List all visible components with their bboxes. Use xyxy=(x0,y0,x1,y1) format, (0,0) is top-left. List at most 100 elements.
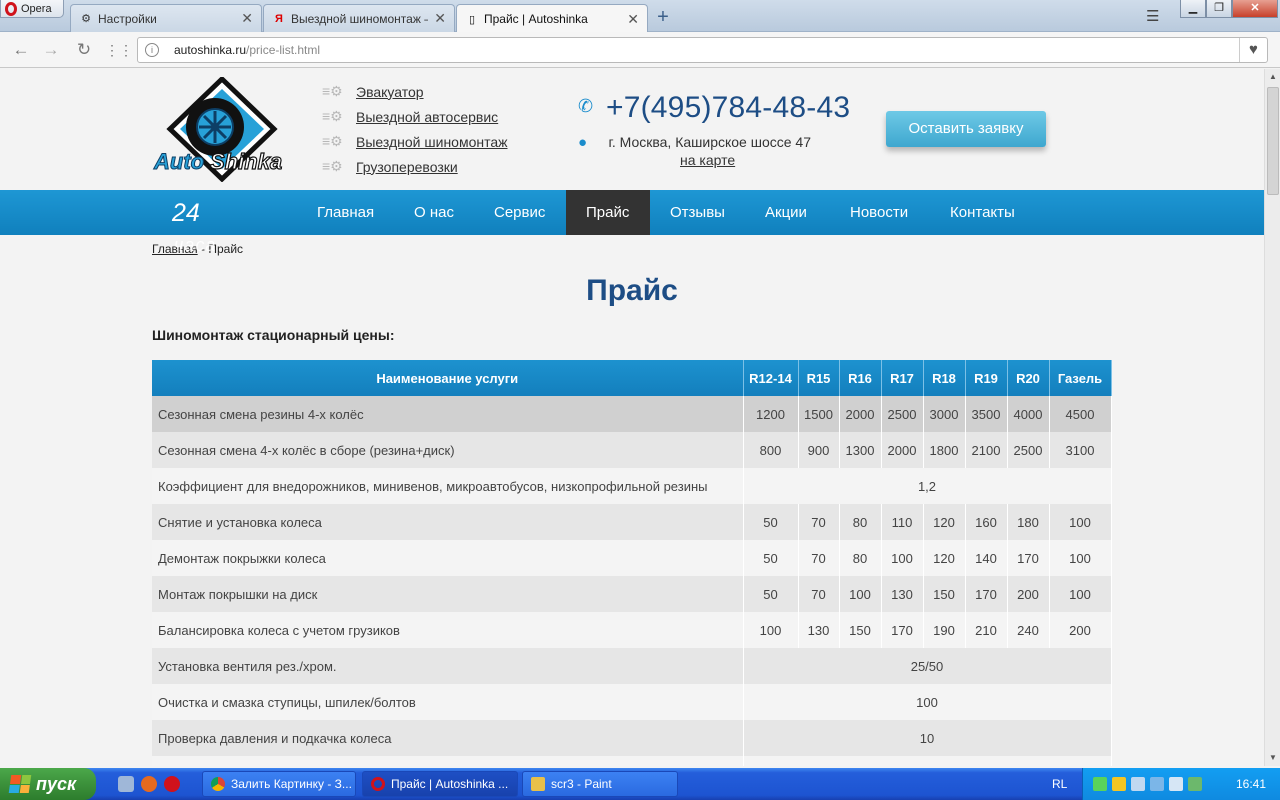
price-cell: 110 xyxy=(881,504,924,540)
page-viewport: Auto Shinka ≡⚙ Эвакуатор ≡⚙ Выездной авт… xyxy=(0,69,1264,766)
price-cell: 80 xyxy=(839,540,882,576)
phone-number[interactable]: +7(495)784-48-43 xyxy=(606,91,850,125)
site-header: Auto Shinka ≡⚙ Эвакуатор ≡⚙ Выездной авт… xyxy=(0,69,1264,190)
wifi-icon[interactable] xyxy=(1150,777,1164,791)
menu-item-price[interactable]: Прайс xyxy=(566,190,650,235)
menu-item-reviews[interactable]: Отзывы xyxy=(650,190,745,235)
scroll-thumb[interactable] xyxy=(1267,87,1279,195)
quick-link-label[interactable]: Эвакуатор xyxy=(356,84,424,100)
price-cell: 100 xyxy=(839,576,882,612)
opera-logo-icon xyxy=(5,1,17,16)
yandex-icon: Я xyxy=(275,12,283,25)
menu-item-contacts[interactable]: Контакты xyxy=(930,190,1035,235)
start-button[interactable]: пуск xyxy=(0,768,96,800)
tab-price[interactable]: ▯ Прайс | Autoshinka ✕ xyxy=(456,4,648,33)
price-cell: 2500 xyxy=(1007,432,1050,468)
map-link[interactable]: на карте xyxy=(680,152,735,168)
menu-item-promotions[interactable]: Акции xyxy=(745,190,827,235)
maximize-button[interactable]: ❐ xyxy=(1206,0,1232,18)
phone-icon: ✆ xyxy=(578,96,594,116)
opera-icon[interactable] xyxy=(164,776,180,792)
close-icon[interactable]: ✕ xyxy=(241,10,253,27)
price-cell: 1800 xyxy=(923,432,966,468)
service-name-cell xyxy=(152,756,744,766)
security-shield-icon[interactable] xyxy=(1112,777,1126,791)
scroll-up-icon[interactable]: ▲ xyxy=(1265,69,1280,85)
service-name-cell: Сезонная смена 4-х колёс в сборе (резина… xyxy=(152,432,744,468)
reload-icon[interactable]: ↻ xyxy=(73,39,95,61)
table-row: Установка вентиля рез./хром. 25/50 xyxy=(152,648,1112,684)
url-text[interactable]: autoshinka.ru/price-list.html xyxy=(174,43,320,57)
vertical-scrollbar[interactable]: ▲ ▼ xyxy=(1264,69,1280,766)
minimize-button[interactable]: ▁ xyxy=(1180,0,1206,18)
language-indicator[interactable]: RL xyxy=(1052,777,1067,791)
price-cell: 100 xyxy=(1049,540,1112,576)
tab-yandex[interactable]: Я Выездной шиномонтаж — Я ✕ xyxy=(263,4,455,32)
new-tab-button[interactable]: + xyxy=(652,6,674,28)
price-cell: 2000 xyxy=(881,432,924,468)
tab-settings[interactable]: ⚙ Настройки ✕ xyxy=(70,4,262,32)
task-label: scr3 - Paint xyxy=(551,777,612,791)
system-tray: 16:41 xyxy=(1082,768,1280,800)
task-image-upload[interactable]: Залить Картинку - З... xyxy=(202,771,356,797)
quick-link-cargo[interactable]: ≡⚙ Грузоперевозки xyxy=(322,154,508,179)
quick-link-label[interactable]: Выездной шиномонтаж xyxy=(356,134,508,150)
back-arrow-icon[interactable]: ← xyxy=(10,39,32,61)
task-opera-price[interactable]: Прайс | Autoshinka ... xyxy=(362,771,518,797)
window-close-button[interactable]: ✕ xyxy=(1232,0,1278,18)
forward-arrow-icon[interactable]: → xyxy=(40,39,62,61)
quick-link-label[interactable]: Грузоперевозки xyxy=(356,159,458,175)
header-size-column: R16 xyxy=(839,360,882,396)
leave-request-button[interactable]: Оставить заявку xyxy=(886,111,1046,147)
map-pin-icon: ● xyxy=(578,134,588,151)
battery-icon[interactable] xyxy=(1188,777,1202,791)
close-icon[interactable]: ✕ xyxy=(434,10,446,27)
scroll-down-icon[interactable]: ▼ xyxy=(1265,750,1280,766)
menu-item-about[interactable]: О нас xyxy=(394,190,474,235)
paint-icon xyxy=(531,777,545,791)
opera-menu-button[interactable]: Opera xyxy=(0,0,64,18)
hours-badge: 24 xyxy=(172,199,200,227)
header-size-column: R12-14 xyxy=(743,360,799,396)
start-label: пуск xyxy=(36,773,77,794)
price-cell: 70 xyxy=(798,504,840,540)
price-cell: 50 xyxy=(743,504,799,540)
price-cell: 70 xyxy=(798,540,840,576)
usb-icon[interactable] xyxy=(1169,777,1183,791)
service-name-cell: Демонтаж покрыжки колеса xyxy=(152,540,744,576)
autoshinka-logo[interactable]: Auto Shinka xyxy=(152,77,292,182)
quick-link-tire-service[interactable]: ≡⚙ Выездной шиномонтаж xyxy=(322,129,508,154)
quick-link-label[interactable]: Выездной автосервис xyxy=(356,109,498,125)
task-paint[interactable]: scr3 - Paint xyxy=(522,771,678,797)
system-clock[interactable]: 16:41 xyxy=(1236,777,1266,791)
task-label: Залить Картинку - З... xyxy=(231,777,352,791)
wheel-icon: ≡⚙ xyxy=(322,158,343,174)
price-cell: 4500 xyxy=(1049,396,1112,432)
menu-item-service[interactable]: Сервис xyxy=(474,190,565,235)
firefox-icon[interactable] xyxy=(141,776,157,792)
price-cell: 100 xyxy=(1049,576,1112,612)
quick-link-evacuator[interactable]: ≡⚙ Эвакуатор xyxy=(322,79,508,104)
address-bar[interactable]: i autoshinka.ru/price-list.html ♥ xyxy=(137,37,1268,63)
price-cell: 3000 xyxy=(923,396,966,432)
price-cell-merged: 25/50 xyxy=(743,648,1112,684)
header-size-column: Газель xyxy=(1049,360,1112,396)
price-cell: 900 xyxy=(798,432,840,468)
show-desktop-icon[interactable] xyxy=(118,776,134,792)
service-name-cell: Балансировка колеса с учетом грузиков xyxy=(152,612,744,648)
phone-block: ✆ +7(495)784-48-43 xyxy=(578,91,850,125)
menu-item-home[interactable]: Главная xyxy=(297,190,394,235)
network-icon[interactable] xyxy=(1093,777,1107,791)
price-cell: 80 xyxy=(839,504,882,540)
site-info-icon[interactable]: i xyxy=(145,43,159,57)
volume-icon[interactable] xyxy=(1131,777,1145,791)
quick-link-autoservice[interactable]: ≡⚙ Выездной автосервис xyxy=(322,104,508,129)
speed-dial-icon[interactable]: ⋮⋮⋮ xyxy=(105,39,147,61)
tab-title: Прайс | Autoshinka xyxy=(484,12,588,26)
close-icon[interactable]: ✕ xyxy=(627,11,639,28)
hours-caption: часа xyxy=(174,235,217,255)
bookmark-heart-icon[interactable]: ♥ xyxy=(1239,38,1267,62)
gear-icon: ⚙ xyxy=(81,13,91,25)
menu-item-news[interactable]: Новости xyxy=(830,190,928,235)
tab-menu-icon[interactable]: ☰ xyxy=(1146,7,1159,25)
